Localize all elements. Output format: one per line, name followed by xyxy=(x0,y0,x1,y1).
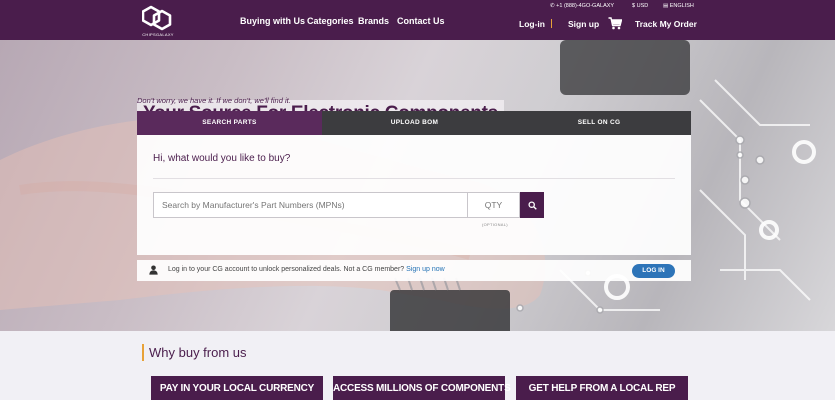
pay-local-currency-button[interactable]: PAY IN YOUR LOCAL CURRENCY xyxy=(151,376,323,400)
signup-now-link[interactable]: Sign up now xyxy=(406,266,445,273)
currency-selector[interactable]: $ USD xyxy=(632,3,648,9)
access-components-button[interactable]: ACCESS MILLIONS OF COMPONENTS xyxy=(333,376,511,400)
login-link[interactable]: Log-in xyxy=(519,19,545,29)
language-selector[interactable]: ▤ ENGLISH xyxy=(663,3,694,9)
phone-link[interactable]: ✆ +1 (888)-4GO-GALAXY xyxy=(550,3,614,9)
search-icon xyxy=(527,200,537,210)
hero-subtitle: Don't worry, we have it. If we don't, we… xyxy=(137,96,291,105)
tab-search-parts[interactable]: SEARCH PARTS xyxy=(137,111,322,135)
qty-optional-note: (OPTIONAL) xyxy=(482,222,508,227)
login-bar: Log in to your CG account to unlock pers… xyxy=(137,260,691,281)
why-title-accent xyxy=(142,344,144,361)
track-order-link[interactable]: Track My Order xyxy=(635,19,697,29)
search-prompt: Hi, what would you like to buy? xyxy=(153,153,291,164)
currency-icon: $ xyxy=(632,3,636,9)
cart-icon[interactable] xyxy=(608,17,622,30)
logo[interactable]: CHIPSGALAXY xyxy=(140,5,176,37)
nav-buying-with-us[interactable]: Buying with Us xyxy=(240,16,305,26)
search-tabs: SEARCH PARTS UPLOAD BOM SELL ON CG xyxy=(137,111,691,135)
login-button[interactable]: LOG IN xyxy=(632,264,675,278)
local-rep-button[interactable]: GET HELP FROM A LOCAL REP xyxy=(516,376,688,400)
user-icon xyxy=(149,265,158,275)
why-section: Why buy from us PAY IN YOUR LOCAL CURREN… xyxy=(0,331,835,400)
logo-text: CHIPSGALAXY xyxy=(142,32,174,37)
nav-contact-us[interactable]: Contact Us xyxy=(397,16,445,26)
search-panel: Hi, what would you like to buy? (OPTIONA… xyxy=(137,135,691,255)
language-icon: ▤ xyxy=(663,3,669,9)
mpn-search-input[interactable] xyxy=(153,192,468,218)
nav-categories[interactable]: Categories xyxy=(307,16,354,26)
login-bar-message: Log in to your CG account to unlock pers… xyxy=(168,266,405,273)
tab-upload-bom[interactable]: UPLOAD BOM xyxy=(322,111,507,135)
language-label: ENGLISH xyxy=(669,3,694,9)
login-bar-text: Log in to your CG account to unlock pers… xyxy=(168,266,445,273)
utility-divider xyxy=(551,19,552,28)
why-title: Why buy from us xyxy=(149,345,247,360)
currency-label: USD xyxy=(636,3,649,9)
tab-sell-on-cg[interactable]: SELL ON CG xyxy=(507,111,691,135)
nav-brands[interactable]: Brands xyxy=(358,16,389,26)
search-button[interactable] xyxy=(520,192,544,218)
qty-input[interactable] xyxy=(468,192,520,218)
signup-link[interactable]: Sign up xyxy=(568,19,599,29)
phone-icon: ✆ xyxy=(550,3,555,9)
phone-number: +1 (888)-4GO-GALAXY xyxy=(556,3,615,9)
logo-icon xyxy=(142,5,172,31)
panel-divider xyxy=(153,178,675,179)
site-header: CHIPSGALAXY Buying with Us Categories Br… xyxy=(0,0,835,40)
hero-section: Your Source For Electronic Components Do… xyxy=(0,40,835,331)
